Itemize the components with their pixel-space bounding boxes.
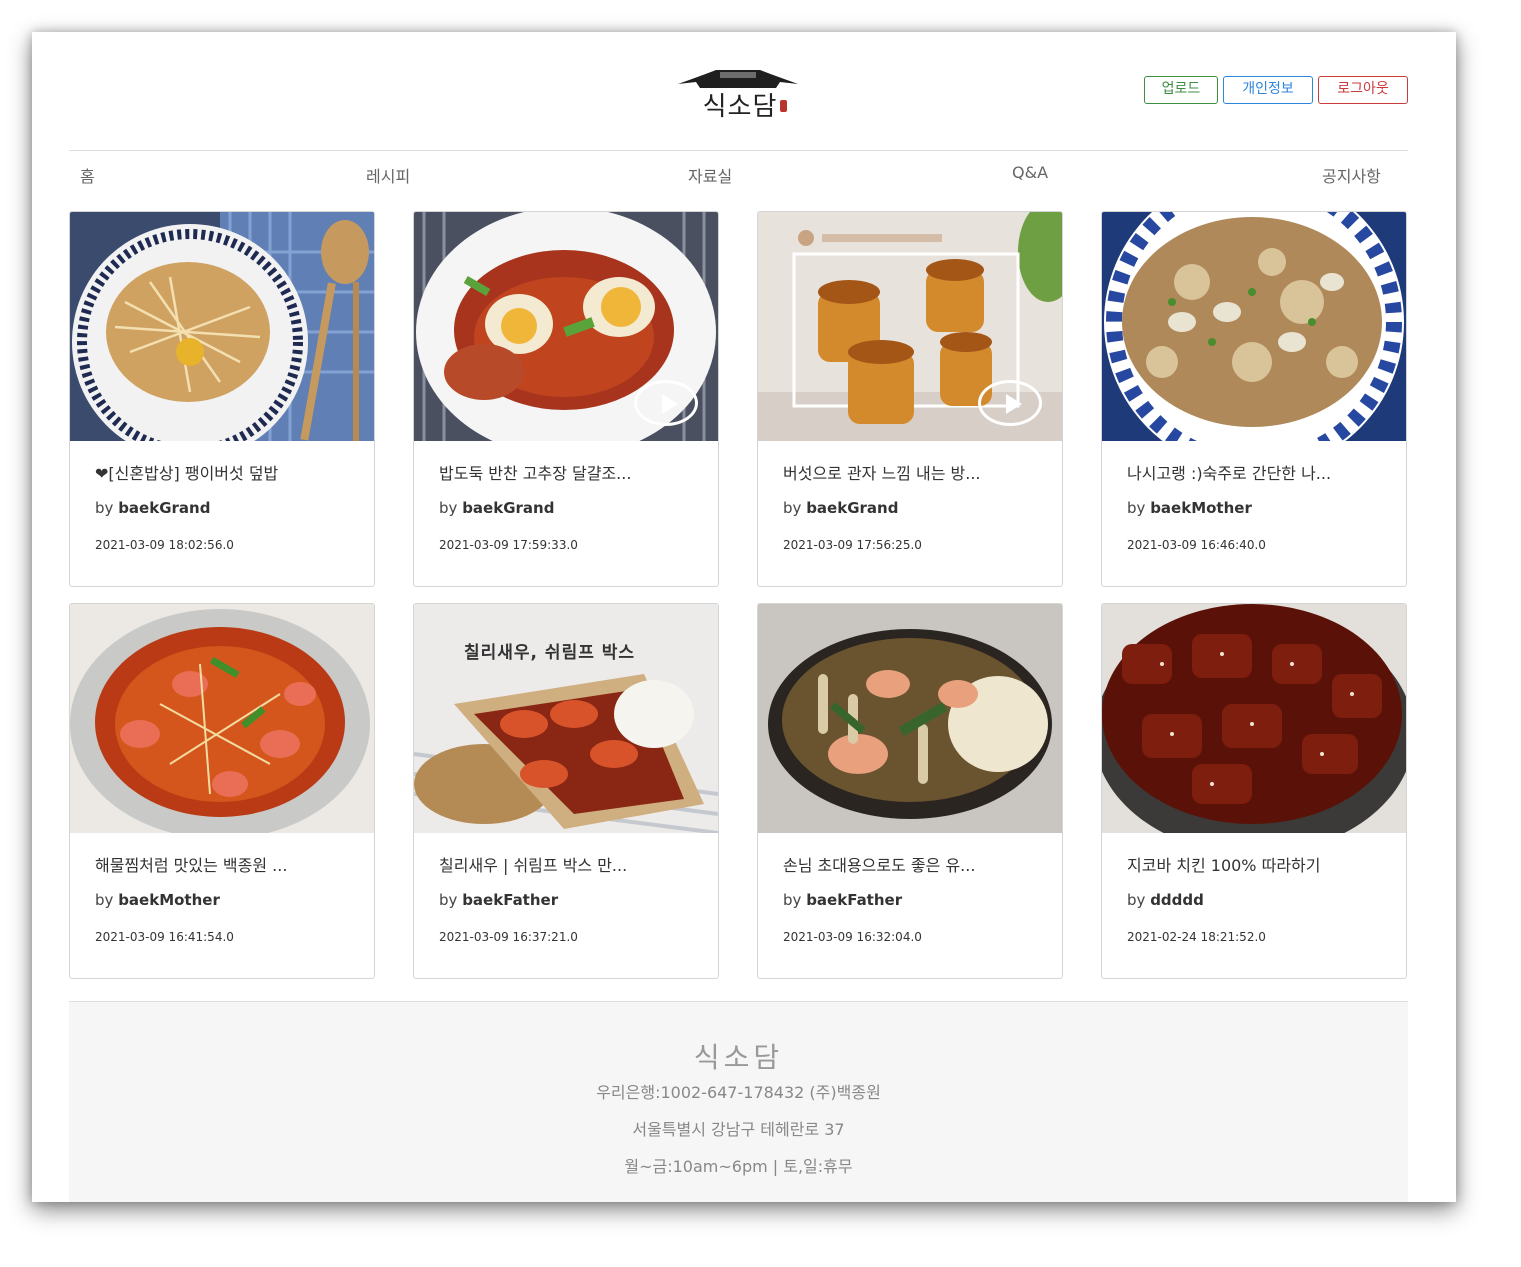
card-date: 2021-03-09 16:46:40.0 <box>1127 538 1266 552</box>
card-author: by baekMother <box>95 891 220 909</box>
play-icon[interactable] <box>634 380 698 426</box>
card-author: by baekGrand <box>95 499 211 517</box>
logout-button[interactable]: 로그아웃 <box>1318 76 1408 104</box>
card-date: 2021-03-09 17:56:25.0 <box>783 538 922 552</box>
profile-button[interactable]: 개인정보 <box>1223 76 1313 104</box>
card-author: by baekFather <box>439 891 559 909</box>
footer-bank-account: 우리은행:1002-647-178432 (주)백종원 <box>596 1083 881 1102</box>
recipe-thumbnail[interactable]: 칠리새우, 쉬림프 박스 <box>414 604 718 833</box>
card-title[interactable]: 지코바 치킨 100% 따라하기 <box>1127 852 1387 876</box>
nav-home[interactable]: 홈 <box>80 163 95 187</box>
card-author: by baekGrand <box>439 499 555 517</box>
recipe-card[interactable]: 버섯으로 관자 느낌 내는 방... by baekGrand 2021-03-… <box>757 211 1063 587</box>
footer-brand: 식소담 <box>693 1041 784 1074</box>
nav-qna[interactable]: Q&A <box>1012 163 1048 182</box>
logo-text: 식소담 <box>702 92 778 122</box>
card-title[interactable]: 손님 초대용으로도 좋은 유... <box>783 852 1043 876</box>
card-date: 2021-03-09 16:37:21.0 <box>439 930 578 944</box>
author-name: baekGrand <box>806 499 899 517</box>
image-caption: 칠리새우, 쉬림프 박스 <box>464 643 636 663</box>
recipe-card[interactable]: 칠리새우, 쉬림프 박스 칠리새우 | 쉬림프 박스 만... by baekF… <box>413 603 719 979</box>
card-author: by baekMother <box>1127 499 1252 517</box>
card-title[interactable]: 나시고랭 :)숙주로 간단한 나... <box>1127 460 1387 484</box>
author-name: baekGrand <box>462 499 555 517</box>
recipe-thumbnail[interactable] <box>1102 212 1406 441</box>
page-container: 식소담 업로드 개인정보 로그아웃 홈 레시피 자료실 Q&A 공지사항 ❤[신… <box>32 32 1456 1202</box>
recipe-thumbnail[interactable] <box>758 604 1062 833</box>
footer-hours: 월~금:10am~6pm | 토,일:휴무 <box>624 1157 853 1176</box>
card-date: 2021-03-09 16:32:04.0 <box>783 930 922 944</box>
card-date: 2021-03-09 16:41:54.0 <box>95 930 234 944</box>
play-icon[interactable] <box>978 380 1042 426</box>
card-title[interactable]: 버섯으로 관자 느낌 내는 방... <box>783 460 1043 484</box>
card-title[interactable]: ❤[신혼밥상] 팽이버섯 덮밥 <box>95 460 355 484</box>
nav-recipe[interactable]: 레시피 <box>366 163 410 187</box>
recipe-card[interactable]: 밥도둑 반찬 고추장 달걀조... by baekGrand 2021-03-0… <box>413 211 719 587</box>
author-name: baekFather <box>806 891 903 909</box>
site-logo[interactable]: 식소담 <box>676 66 800 122</box>
footer: 식소담 우리은행:1002-647-178432 (주)백종원 서울특별시 강남… <box>69 1001 1408 1202</box>
card-title[interactable]: 해물찜처럼 맛있는 백종원 ... <box>95 852 355 876</box>
author-name: baekFather <box>462 891 559 909</box>
card-title[interactable]: 칠리새우 | 쉬림프 박스 만... <box>439 852 699 876</box>
recipe-card[interactable]: ❤[신혼밥상] 팽이버섯 덮밥 by baekGrand 2021-03-09 … <box>69 211 375 587</box>
card-title[interactable]: 밥도둑 반찬 고추장 달걀조... <box>439 460 699 484</box>
upload-button[interactable]: 업로드 <box>1144 76 1218 104</box>
header-divider <box>69 150 1408 151</box>
recipe-thumbnail[interactable] <box>70 212 374 441</box>
recipe-card[interactable]: 나시고랭 :)숙주로 간단한 나... by baekMother 2021-0… <box>1101 211 1407 587</box>
author-name: baekGrand <box>118 499 211 517</box>
recipe-card[interactable]: 지코바 치킨 100% 따라하기 by ddddd 2021-02-24 18:… <box>1101 603 1407 979</box>
footer-address: 서울특별시 강남구 테헤란로 37 <box>632 1120 845 1139</box>
nav-notice[interactable]: 공지사항 <box>1322 163 1381 187</box>
recipe-card[interactable]: 해물찜처럼 맛있는 백종원 ... by baekMother 2021-03-… <box>69 603 375 979</box>
recipe-thumbnail[interactable] <box>414 212 718 441</box>
recipe-thumbnail[interactable] <box>758 212 1062 441</box>
author-name: baekMother <box>1150 499 1252 517</box>
card-author: by baekFather <box>783 891 903 909</box>
recipe-thumbnail[interactable] <box>1102 604 1406 833</box>
author-name: baekMother <box>118 891 220 909</box>
card-author: by baekGrand <box>783 499 899 517</box>
author-name: ddddd <box>1150 891 1204 909</box>
recipe-thumbnail[interactable] <box>70 604 374 833</box>
card-date: 2021-03-09 18:02:56.0 <box>95 538 234 552</box>
card-date: 2021-03-09 17:59:33.0 <box>439 538 578 552</box>
card-date: 2021-02-24 18:21:52.0 <box>1127 930 1266 944</box>
card-author: by ddddd <box>1127 891 1204 909</box>
recipe-card[interactable]: 손님 초대용으로도 좋은 유... by baekFather 2021-03-… <box>757 603 1063 979</box>
logo-stamp <box>780 100 787 112</box>
nav-library[interactable]: 자료실 <box>688 163 732 187</box>
